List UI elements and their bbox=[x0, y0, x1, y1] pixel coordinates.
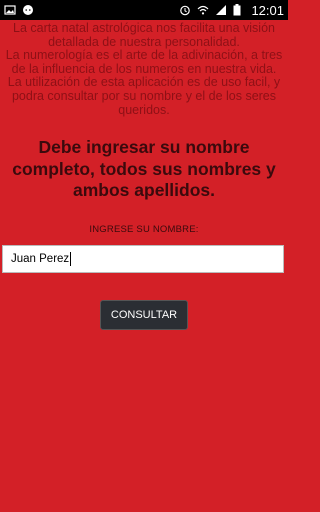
signal-icon bbox=[215, 4, 227, 16]
chat-bubble-icon bbox=[22, 4, 34, 16]
clock: 12:01 bbox=[251, 2, 284, 18]
status-bar: 12:01 bbox=[0, 0, 288, 20]
image-icon bbox=[4, 4, 16, 16]
status-bar-left bbox=[4, 4, 34, 16]
intro-text: La carta natal astrológica nos facilita … bbox=[2, 21, 286, 117]
alarm-icon bbox=[179, 4, 191, 16]
name-field-label: INGRESE SU NOMBRE: bbox=[89, 223, 199, 235]
wifi-icon bbox=[197, 4, 209, 16]
intro-paragraph-2: La numerología es el arte de la adivinac… bbox=[5, 48, 283, 76]
name-input-value: Juan Perez bbox=[11, 253, 70, 265]
status-bar-right: 12:01 bbox=[179, 3, 284, 18]
main-content: La carta natal astrológica nos facilita … bbox=[0, 20, 288, 235]
battery-icon bbox=[233, 4, 245, 16]
text-cursor bbox=[70, 252, 72, 266]
instruction-headline: Debe ingresar su nombre completo, todos … bbox=[12, 137, 276, 201]
intro-paragraph-1: La carta natal astrológica nos facilita … bbox=[13, 21, 275, 49]
name-input[interactable]: Juan Perez bbox=[2, 245, 284, 273]
intro-paragraph-3: La utilización de esta aplicación es de … bbox=[7, 75, 281, 117]
consultar-button[interactable]: CONSULTAR bbox=[100, 300, 188, 330]
